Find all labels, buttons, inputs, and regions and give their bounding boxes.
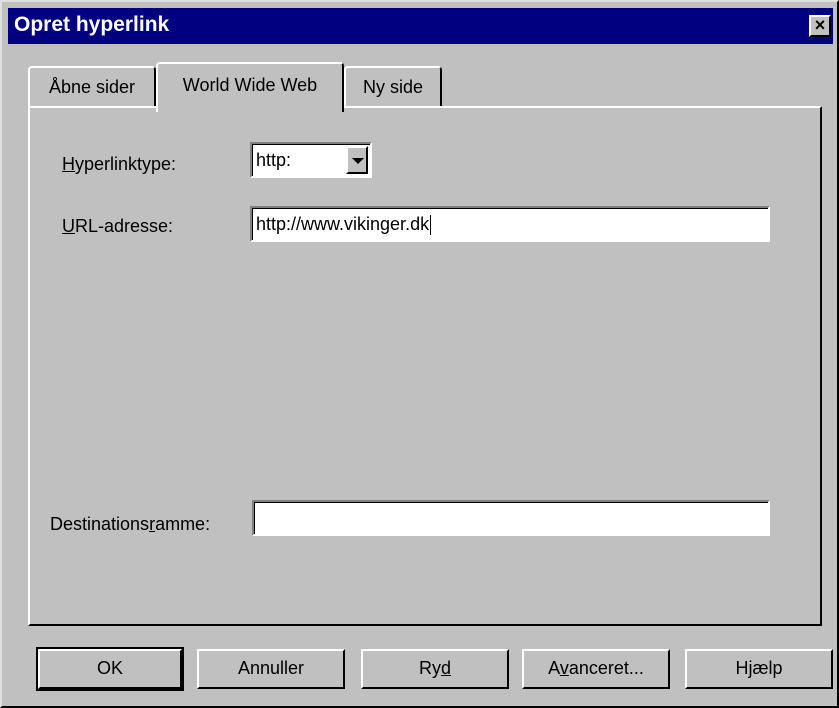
hyperlinktype-select[interactable]: http: bbox=[250, 142, 372, 178]
clear-button[interactable]: Ryd bbox=[361, 649, 509, 689]
url-input[interactable]: http://www.vikinger.dk bbox=[250, 206, 770, 242]
tab-world-wide-web[interactable]: World Wide Web bbox=[156, 62, 344, 112]
ok-button[interactable]: OK bbox=[36, 647, 184, 691]
hyperlinktype-value: http: bbox=[256, 150, 292, 170]
tab-label: World Wide Web bbox=[182, 75, 318, 95]
help-button[interactable]: Hjælp bbox=[685, 649, 833, 689]
tab-label: Åbne sider bbox=[48, 77, 136, 97]
cancel-button[interactable]: Annuller bbox=[197, 649, 345, 689]
text-caret bbox=[430, 215, 432, 236]
window-title: Opret hyperlink bbox=[14, 13, 170, 36]
destinationsramme-input[interactable] bbox=[252, 500, 770, 536]
tab-abne-sider[interactable]: Åbne sider bbox=[28, 66, 156, 108]
tab-panel: Hyperlinktype: http: URL-adresse: http:/… bbox=[28, 106, 822, 626]
hyperlinktype-label: Hyperlinktype: bbox=[62, 154, 177, 174]
url-value: http://www.vikinger.dk bbox=[256, 214, 430, 234]
tab-label: Ny side bbox=[362, 77, 424, 97]
tab-ny-side[interactable]: Ny side bbox=[344, 66, 442, 108]
close-icon[interactable]: × bbox=[809, 15, 831, 37]
chevron-down-icon[interactable] bbox=[346, 146, 368, 174]
advanced-button[interactable]: Avanceret... bbox=[522, 649, 670, 689]
url-label: URL-adresse: bbox=[62, 216, 174, 236]
title-bar: Opret hyperlink × bbox=[8, 8, 833, 44]
destinationsramme-label: Destinationsramme: bbox=[50, 514, 211, 534]
